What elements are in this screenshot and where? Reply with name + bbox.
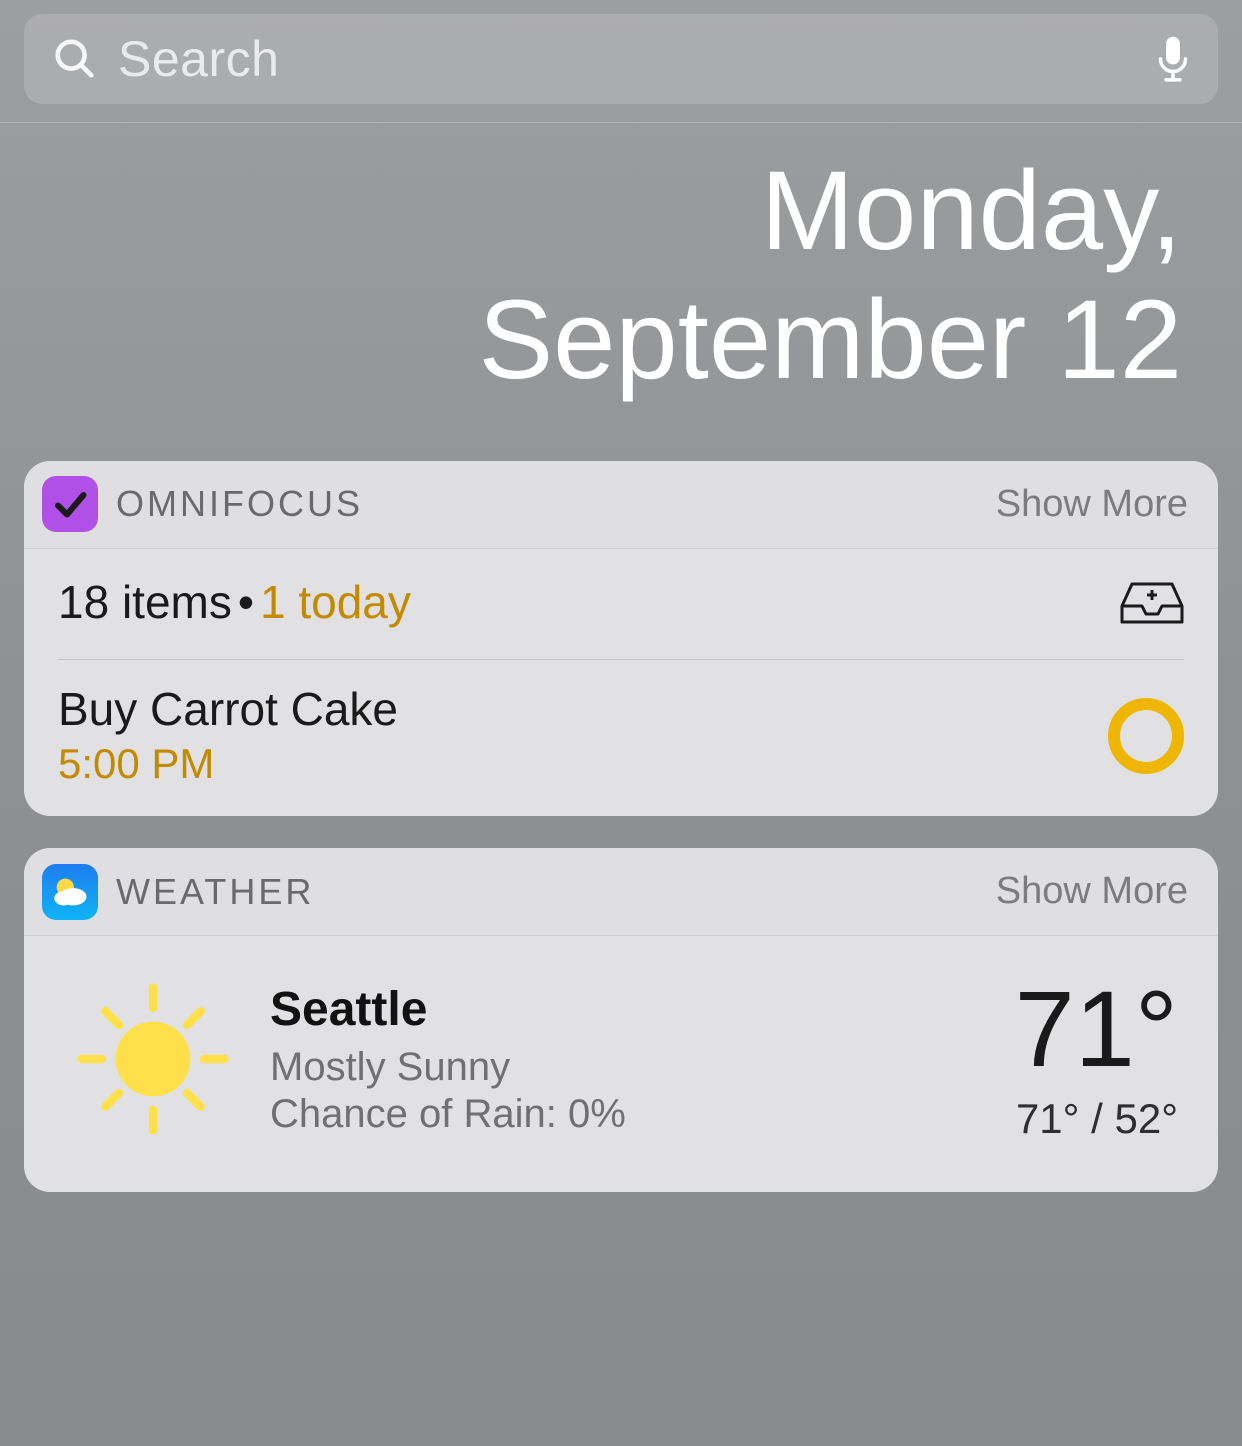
date-line-1: Monday,	[0, 147, 1182, 276]
omnifocus-summary-row[interactable]: 18 items • 1 today	[58, 575, 1184, 660]
omnifocus-header[interactable]: OMNIFOCUS Show More	[24, 461, 1218, 549]
weather-widget: WEATHER Show More	[24, 848, 1218, 1192]
weather-text: Seattle Mostly Sunny Chance of Rain: 0%	[270, 982, 1015, 1137]
search-icon	[52, 36, 98, 82]
omnifocus-task-row[interactable]: Buy Carrot Cake 5:00 PM	[58, 660, 1184, 789]
weather-temp-hilo: 71° / 52°	[1015, 1095, 1178, 1143]
microphone-icon[interactable]	[1156, 34, 1190, 84]
omnifocus-today-count: 1 today	[260, 575, 411, 629]
omnifocus-show-more-button[interactable]: Show More	[996, 483, 1188, 526]
omnifocus-app-icon	[42, 476, 98, 532]
date-line-2: September 12	[0, 276, 1182, 405]
omnifocus-task-title: Buy Carrot Cake	[58, 684, 1108, 735]
omnifocus-title: OMNIFOCUS	[116, 483, 363, 525]
omnifocus-widget: OMNIFOCUS Show More 18 items • 1 today	[24, 461, 1218, 817]
search-bar[interactable]: Search	[24, 14, 1218, 104]
omnifocus-items-count: 18 items	[58, 575, 232, 629]
weather-show-more-button[interactable]: Show More	[996, 870, 1188, 913]
task-completion-ring[interactable]	[1108, 698, 1184, 774]
weather-header[interactable]: WEATHER Show More	[24, 848, 1218, 936]
weather-temperatures: 71° 71° / 52°	[1015, 975, 1178, 1143]
weather-city: Seattle	[270, 982, 1015, 1037]
omnifocus-body: 18 items • 1 today Buy Carrot Cake 5:00 …	[24, 549, 1218, 817]
search-container: Search	[0, 0, 1242, 123]
omnifocus-task-time: 5:00 PM	[58, 740, 1108, 788]
weather-body[interactable]: Seattle Mostly Sunny Chance of Rain: 0% …	[24, 936, 1218, 1192]
search-placeholder: Search	[118, 30, 1156, 88]
weather-title: WEATHER	[116, 871, 314, 913]
weather-app-icon	[42, 864, 98, 920]
weather-temp-now: 71°	[1015, 975, 1178, 1083]
sun-icon	[48, 974, 258, 1144]
widgets-list: OMNIFOCUS Show More 18 items • 1 today	[0, 461, 1242, 1193]
omnifocus-task-text: Buy Carrot Cake 5:00 PM	[58, 684, 1108, 789]
date-heading: Monday, September 12	[0, 123, 1242, 461]
weather-rain-chance: Chance of Rain: 0%	[270, 1092, 1015, 1137]
inbox-icon[interactable]	[1120, 578, 1184, 626]
bullet-separator: •	[238, 575, 254, 629]
weather-condition: Mostly Sunny	[270, 1045, 1015, 1090]
